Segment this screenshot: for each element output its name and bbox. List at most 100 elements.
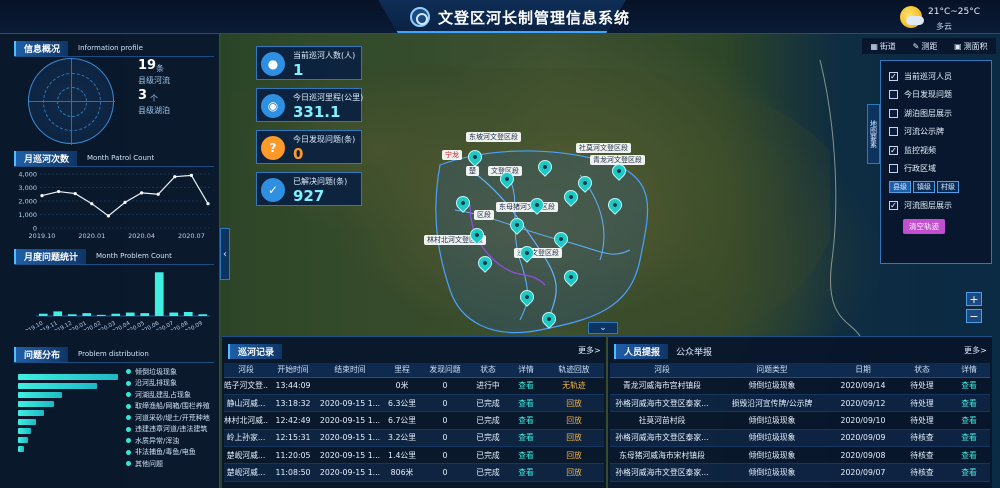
view-link[interactable]: 回放 <box>544 411 604 430</box>
divider <box>14 166 214 167</box>
zoom-in-button[interactable]: + <box>966 292 982 306</box>
patrol-record-panel: 巡河记录 更多> 河段 开始时间 结束时间 里程 发现问题 状态 详情 轨迹回放 皓子河文登.… <box>222 336 606 488</box>
tab-staff-report[interactable]: 人员提报 <box>614 343 669 359</box>
measure-distance-button[interactable]: ✎ 测距 <box>913 41 938 52</box>
zoom-out-button[interactable]: − <box>966 309 982 323</box>
patrol-table: 河段 开始时间 结束时间 里程 发现问题 状态 详情 轨迹回放 皓子河文登... 13:44:0… <box>224 363 604 482</box>
layer-toggle[interactable]: 河流公示牌 <box>889 123 983 142</box>
view-link[interactable]: 回放 <box>544 394 604 413</box>
checkbox[interactable]: ✓ <box>889 201 898 211</box>
level-county-button[interactable]: 县级 <box>889 181 911 194</box>
layer-toggle[interactable]: 行政区域 <box>889 160 983 179</box>
table-cell: 3.2公里 <box>382 429 422 448</box>
table-cell: 2020-09-15 1... <box>318 429 382 448</box>
check-icon: ✓ <box>261 178 285 202</box>
table-row[interactable]: 东母猪河威海市宋村镇段 倾倒垃圾现象 2020/09/08 待核查 查看 <box>610 446 990 465</box>
table-cell: 孙格河威海市文登区泰家... <box>610 429 714 448</box>
table-cell: 2020/09/07 <box>830 463 896 482</box>
column-header: 问题类型 <box>714 363 830 378</box>
view-link[interactable]: 无轨迹 <box>544 377 604 395</box>
table-row[interactable]: 皓子河文登... 13:44:09 0米 0 进行中 查看 无轨迹 <box>224 377 604 395</box>
view-link[interactable]: 查看 <box>948 463 990 482</box>
map-label[interactable]: 楚 <box>466 166 479 176</box>
collapse-left-button[interactable]: ‹ <box>220 228 230 280</box>
checkbox[interactable] <box>889 164 898 174</box>
data-point <box>173 175 177 179</box>
view-link[interactable]: 查看 <box>508 411 544 430</box>
map-label[interactable]: 东坡河文登区段 <box>466 132 521 142</box>
table-row[interactable]: 青龙河威海市宫村镇段 倾倒垃圾现象 2020/09/14 待处理 查看 <box>610 377 990 395</box>
view-link[interactable]: 查看 <box>948 446 990 465</box>
map-label[interactable]: 宁龙 <box>442 150 462 160</box>
report-table: 河段 问题类型 日期 状态 详情 青龙河威海市宫村镇段 倾倒垃圾现象 2020/09/14 待… <box>610 363 990 482</box>
checkbox[interactable]: ✓ <box>889 145 898 155</box>
map-label[interactable]: 东母猪河文登区段 <box>496 202 558 212</box>
view-link[interactable]: 查看 <box>948 377 990 395</box>
problem-bar <box>140 313 150 316</box>
view-link[interactable]: 查看 <box>508 446 544 465</box>
measure-area-button[interactable]: ▣ 测面积 <box>954 41 988 52</box>
map-elements-tab[interactable]: 地图要素 <box>867 104 880 164</box>
layer-toggle[interactable]: 今日发现问题 <box>889 86 983 105</box>
view-link[interactable]: 查看 <box>508 463 544 482</box>
table-cell: 损毁沿河宣传牌/公示牌 <box>714 394 830 413</box>
table-row[interactable]: 静山河威... 13:18:32 2020-09-15 1... 6.3公里 0 已完成查… <box>224 394 604 413</box>
street-button[interactable]: ▦ 街道 <box>870 41 896 52</box>
table-row[interactable]: 楚岘河威... 11:08:50 2020-09-15 1... 806米 0 已完成 查看… <box>224 463 604 482</box>
street-icon: ▦ <box>870 41 878 51</box>
view-link[interactable]: 查看 <box>508 394 544 413</box>
problem-dist-legend: 倾倒垃圾现象 沿河乱排现象 河湖乱建乱占现象 取缔渔船/网箱/围栏养殖 河道采砂/堤土/… <box>126 366 220 470</box>
page-title: 文登区河长制管理信息系统 <box>438 9 631 27</box>
checkbox[interactable]: ✓ <box>889 71 898 81</box>
view-link[interactable]: 回放 <box>544 446 604 465</box>
table-row[interactable]: 岭上孙家... 12:15:31 2020-09-15 1... 3.2公里 0 已完成查… <box>224 429 604 448</box>
table-cell: 社莫河苗村段 <box>610 411 714 430</box>
view-link[interactable]: 查看 <box>508 377 544 395</box>
table-row[interactable]: 孙格河威海市文登区泰家... 损毁沿河宣传牌/公示牌 2020/09/12 待处理 查看 <box>610 394 990 413</box>
report-more-link[interactable]: 更多> <box>964 345 987 356</box>
clear-tracks-button[interactable]: 清空轨迹 <box>903 219 945 234</box>
patrol-series-line <box>41 174 209 217</box>
table-cell: 2020/09/12 <box>830 394 896 413</box>
checkbox[interactable] <box>889 108 898 118</box>
legend-label: 非法捕鱼/毒鱼/电鱼 <box>135 448 196 457</box>
layer-toggle[interactable]: ✓ 当前巡河人员 <box>889 67 983 86</box>
layer-toggle[interactable]: ✓ 河流图层展示 <box>889 197 983 216</box>
view-link[interactable]: 回放 <box>544 463 604 482</box>
legend-item: 非法捕鱼/毒鱼/电鱼 <box>126 447 220 459</box>
table-cell: 2020/09/14 <box>830 377 896 395</box>
checkbox[interactable] <box>889 127 898 137</box>
view-link[interactable]: 查看 <box>948 394 990 413</box>
table-row[interactable]: 社莫河苗村段 倾倒垃圾现象 2020/09/10 待处理 查看 <box>610 411 990 430</box>
problem-dist-bar <box>18 383 98 389</box>
expand-bottom-button[interactable]: ⌄ <box>588 322 618 334</box>
problem-dist-bar <box>18 419 36 425</box>
legend-label: 河道采砂/堤土/开荒种地 <box>135 413 210 422</box>
table-row[interactable]: 楚岘河威... 11:20:05 2020-09-15 1... 1.4公里 0 已完成查… <box>224 446 604 465</box>
view-link[interactable]: 查看 <box>948 411 990 430</box>
checkbox[interactable] <box>889 90 898 100</box>
tab-patrol-record[interactable]: 巡河记录 <box>228 343 283 359</box>
map-label[interactable]: 区段 <box>474 210 494 220</box>
patrol-more-link[interactable]: 更多> <box>578 345 601 356</box>
data-point <box>140 191 144 195</box>
table-cell: 12:15:31 <box>268 429 318 448</box>
table-row[interactable]: 孙格河威海市文登区泰家... 倾倒垃圾现象 2020/09/07 待核查 查看 <box>610 463 990 482</box>
table-cell: 已完成 <box>468 411 508 430</box>
table-cell: 0 <box>422 463 468 482</box>
view-link[interactable]: 回放 <box>544 429 604 448</box>
problem-dist-subtitle: Problem distribution <box>78 350 149 358</box>
view-link[interactable]: 查看 <box>508 429 544 448</box>
level-village-button[interactable]: 村级 <box>937 181 959 194</box>
map-label[interactable]: 社莫河文登区段 <box>576 143 631 153</box>
table-row[interactable]: 林村北河威... 12:42:49 2020-09-15 1... 6.7公里 0 已完成… <box>224 411 604 430</box>
layer-toggle[interactable]: 湖泊图层展示 <box>889 104 983 123</box>
table-cell: 倾倒垃圾现象 <box>714 463 830 482</box>
ruler-icon: ✎ <box>912 41 920 51</box>
legend-item: 河湖乱建乱占现象 <box>126 389 220 401</box>
layer-toggle[interactable]: ✓ 监控视频 <box>889 141 983 160</box>
table-row[interactable]: 孙格河威海市文登区泰家... 倾倒垃圾现象 2020/09/09 待核查 查看 <box>610 429 990 448</box>
tab-public-report[interactable]: 公众举报 <box>676 345 712 358</box>
level-town-button[interactable]: 镇级 <box>913 181 935 194</box>
view-link[interactable]: 查看 <box>948 429 990 448</box>
